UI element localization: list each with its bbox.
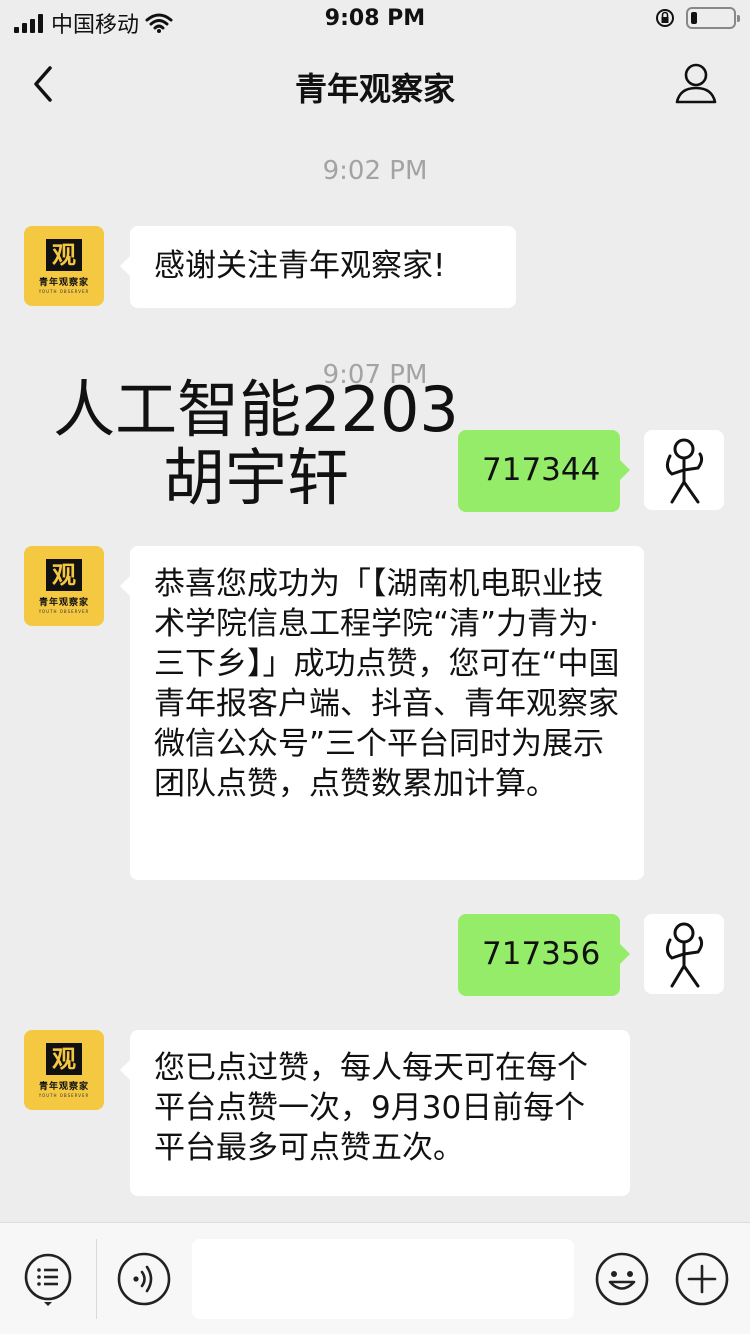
menu-button[interactable] [20,1251,76,1307]
status-bar: 中国移动 9:08 PM [0,0,750,40]
user-avatar[interactable] [644,914,724,994]
logo-mark: 观 [46,558,82,591]
emoji-icon [595,1252,649,1306]
logo-name: 青年观察家 [38,1081,89,1092]
voice-icon [117,1252,171,1306]
outgoing-message-bubble[interactable]: 717356 [458,914,630,996]
logo-name: 青年观察家 [38,277,89,288]
logo-mark: 观 [46,238,82,271]
more-button[interactable] [674,1251,730,1307]
overlay-caption: 人工智能2203 胡宇轩 [32,376,480,512]
status-time: 9:08 PM [324,6,426,31]
logo-subtitle: YOUTH OBSERVER [38,608,90,614]
overlay-line-2: 胡宇轩 [162,441,349,514]
person-icon [675,63,717,104]
plus-icon [675,1252,729,1306]
stick-figure-icon [665,438,704,504]
outgoing-message-bubble[interactable]: 717344 [458,430,630,512]
user-avatar[interactable] [644,430,724,510]
timestamp: 9:02 PM [322,156,428,186]
incoming-message-bubble[interactable]: 恭喜您成功为「【湖南机电职业技术学院信息工程学院“清”力青为·三下乡】」成功点赞… [120,546,644,880]
input-bar [0,1222,750,1334]
orientation-lock-icon [656,9,674,27]
emoji-button[interactable] [594,1251,650,1307]
incoming-message-bubble[interactable]: 您已点过赞，每人每天可在每个平台点赞一次，9月30日前每个平台最多可点赞五次。 [120,1030,630,1196]
nav-bar: 青年观察家 [0,44,750,124]
official-account-avatar[interactable]: 观 青年观察家 YOUTH OBSERVER [24,546,104,626]
chat-title: 青年观察家 [294,70,455,108]
logo-mark: 观 [46,1042,82,1075]
profile-button[interactable] [672,62,720,106]
voice-button[interactable] [116,1251,172,1307]
incoming-message-bubble[interactable]: 感谢关注青年观察家! [120,226,516,308]
logo-name: 青年观察家 [38,597,89,608]
logo-subtitle: YOUTH OBSERVER [38,1092,90,1098]
divider [96,1239,97,1319]
message-input[interactable] [192,1239,574,1319]
battery-icon [686,7,740,29]
official-account-avatar[interactable]: 观 青年观察家 YOUTH OBSERVER [24,226,104,306]
official-account-avatar[interactable]: 观 青年观察家 YOUTH OBSERVER [24,1030,104,1110]
logo-subtitle: YOUTH OBSERVER [38,288,90,294]
status-right [654,7,740,29]
overlay-line-1: 人工智能2203 [53,373,459,446]
menu-list-icon [24,1253,72,1306]
stick-figure-icon [665,922,704,988]
